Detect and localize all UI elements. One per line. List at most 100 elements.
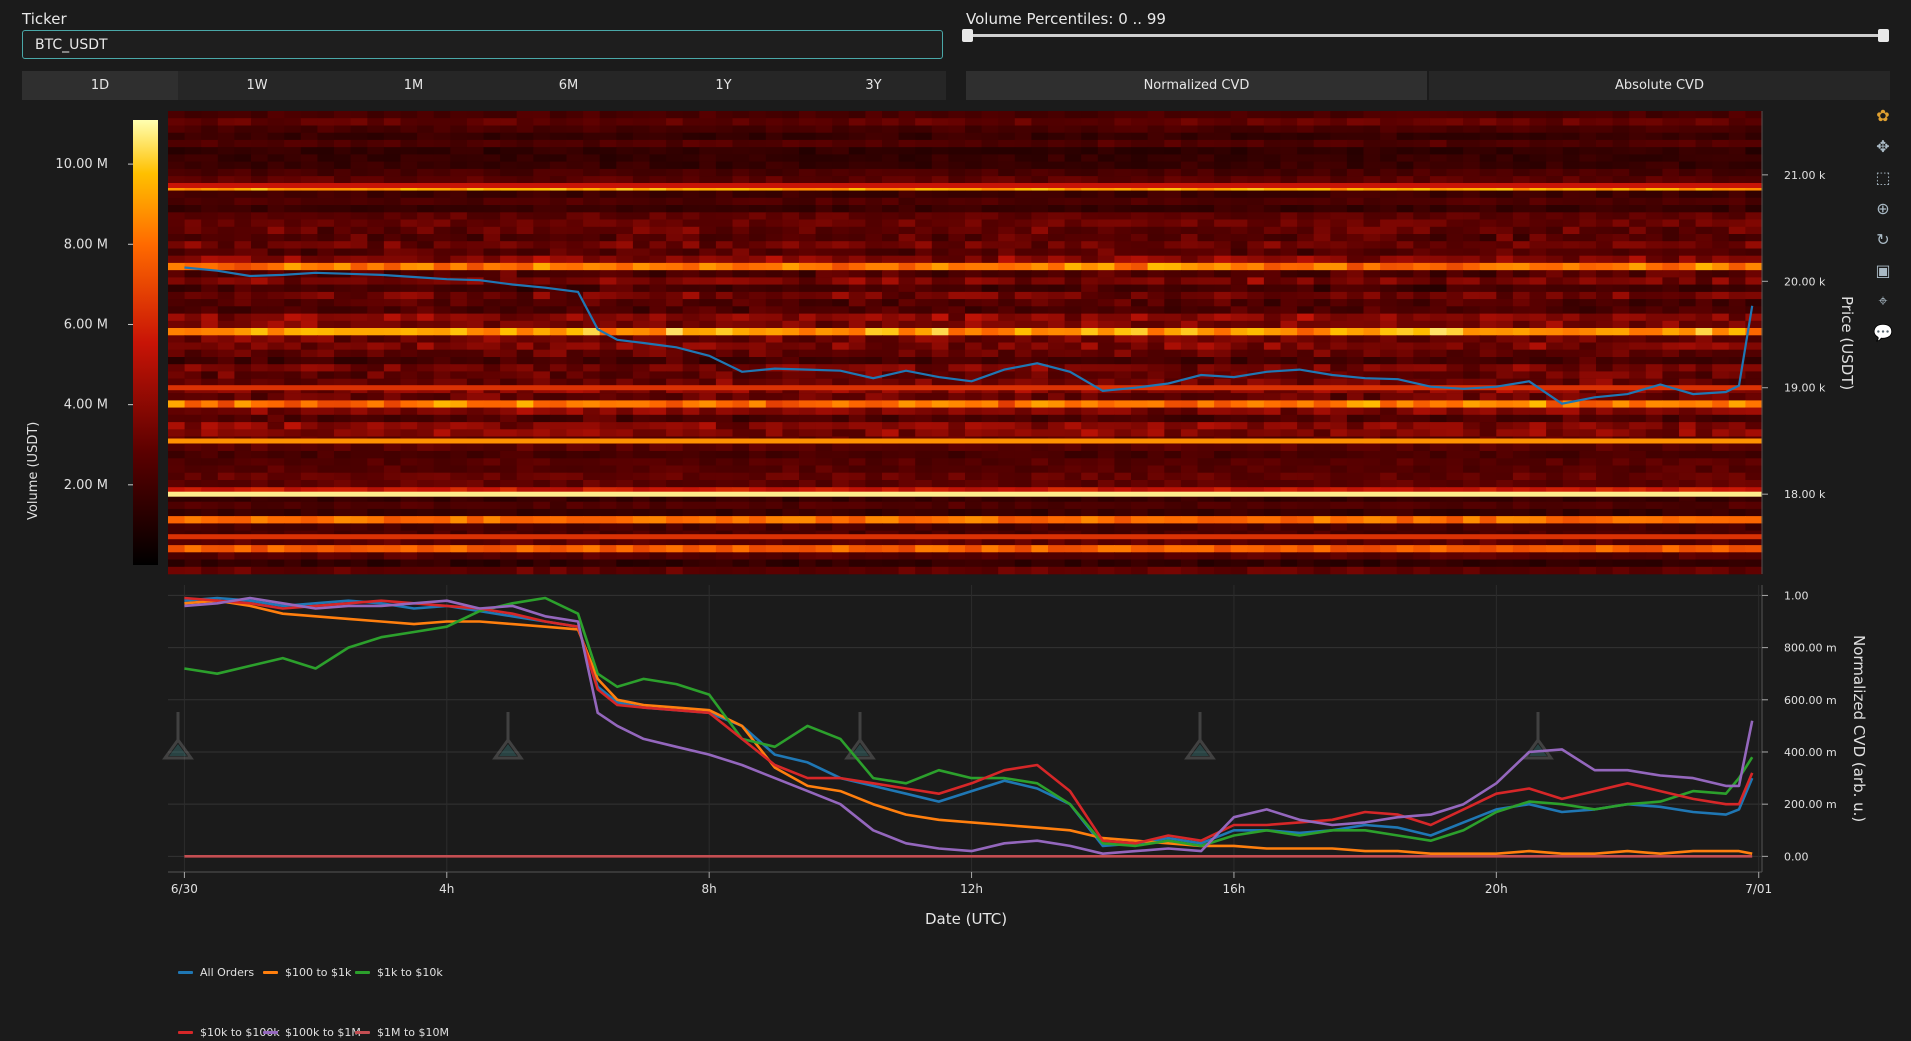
heatmap-cell [599,320,617,329]
heatmap-cell [616,465,634,473]
heatmap-cell [1596,422,1614,430]
heatmap-cell [400,472,418,481]
heatmap-cell [715,458,734,466]
timeframe-button-1d[interactable]: 1D [22,71,178,100]
heatmap-cell [1396,111,1414,119]
heatmap-cell [533,234,551,242]
heatmap-cell [931,328,949,336]
heatmap-cell [317,465,335,473]
heatmap-cell [1413,472,1431,481]
heatmap-cell [1031,176,1049,184]
heatmap-cell [466,262,485,271]
heatmap-cell [1579,320,1597,329]
box-zoom-icon[interactable]: ⬚ [1872,166,1894,188]
heatmap-cell [1463,422,1481,430]
heatmap-cell [632,154,651,162]
heatmap-cell [1147,197,1165,206]
heatmap-cell [1612,241,1630,249]
timeframe-button-3y[interactable]: 3Y [801,71,946,100]
heatmap-cell [1562,161,1580,170]
heatmap-cell [566,139,584,148]
slider-min-handle[interactable] [962,29,973,42]
heatmap-cell [267,407,285,416]
heatmap-cell [1048,306,1066,314]
heatmap-cell [1147,465,1165,473]
heatmap-cell [466,147,485,155]
heatmap-cell [300,465,318,473]
heatmap-cell [1712,234,1730,242]
heatmap-cell [1064,161,1082,170]
heatmap-cell [300,371,318,379]
heatmap-cell [749,465,767,473]
hover-icon[interactable]: 💬 [1872,321,1894,343]
heatmap-cell [782,480,800,488]
heatmap-cell [599,422,617,430]
heatmap-cell [1297,168,1315,177]
heatmap-cell [1064,248,1082,256]
heatmap-cell [433,443,451,452]
heatmap-cell [1413,299,1431,307]
heatmap-cell [666,277,684,285]
heatmap-cell [367,429,385,437]
heatmap-cell [234,393,252,401]
heatmap-cell [500,197,518,206]
heatmap-cell [383,125,402,133]
volume-percentiles-slider[interactable] [967,34,1884,37]
pan-icon[interactable]: ✥ [1872,135,1894,157]
timeframe-button-6m[interactable]: 6M [491,71,646,100]
heatmap-cell [1114,226,1132,235]
heatmap-cell [201,451,219,459]
heatmap-cell [367,139,385,148]
heatmap-cell [931,400,949,408]
reset-icon[interactable]: ↻ [1872,228,1894,250]
heatmap-cell [1247,480,1265,488]
heatmap-cell [682,241,700,249]
heatmap-cell [1081,125,1099,133]
heatmap-cell [1596,226,1614,235]
heatmap-cell [1214,320,1232,329]
heatmap-cell [1479,357,1497,365]
crosshair-icon[interactable]: ⌖ [1872,290,1894,312]
ticker-input[interactable] [22,30,943,59]
absolute-cvd-button[interactable]: Absolute CVD [1429,71,1890,100]
timeframe-button-1w[interactable]: 1W [178,71,336,100]
heatmap-cell [782,328,800,336]
heatmap-cell [765,313,783,322]
heatmap-cell [998,371,1016,379]
heatmap-cell [433,234,451,242]
heatmap-cell [1745,154,1763,162]
heatmap-cell [234,422,252,430]
heatmap-cell [483,342,501,350]
heatmap-cell [383,342,402,350]
heatmap-cell [981,197,999,206]
heatmap-cell [1413,132,1431,141]
heatmap-cell [749,378,767,387]
heatmap-cell [483,299,501,307]
wheel-zoom-icon[interactable]: ⊕ [1872,197,1894,219]
heatmap-cell [500,212,518,220]
heatmap-cell [1297,407,1315,416]
heatmap-cell [1031,277,1049,285]
heatmap-cell [848,219,866,227]
timeframe-button-1m[interactable]: 1M [336,71,491,100]
heatmap-cell [1048,451,1066,459]
save-icon[interactable]: ▣ [1872,259,1894,281]
normalized-cvd-button[interactable]: Normalized CVD [966,71,1427,100]
heatmap-cell [1346,226,1365,235]
heatmap-cell [516,364,534,372]
heatmap-cell [699,451,717,459]
slider-max-handle[interactable] [1878,29,1889,42]
heatmap-cell [1695,313,1713,322]
heatmap-cell [699,291,717,300]
heatmap-cell [998,299,1016,307]
heatmap-cell [217,472,235,481]
heatmap-cell [882,465,900,473]
heatmap-cell [1230,248,1248,256]
heatmap-cell [732,139,750,148]
timeframe-button-1y[interactable]: 1Y [646,71,801,100]
heatmap-cell [898,154,916,162]
heatmap-plot[interactable]: 10.00 M8.00 M6.00 M4.00 M2.00 M 21.00 k2… [0,100,1870,580]
heatmap-cell [483,443,501,452]
heatmap-cell [1562,241,1580,249]
heatmap-cell [1081,197,1099,206]
